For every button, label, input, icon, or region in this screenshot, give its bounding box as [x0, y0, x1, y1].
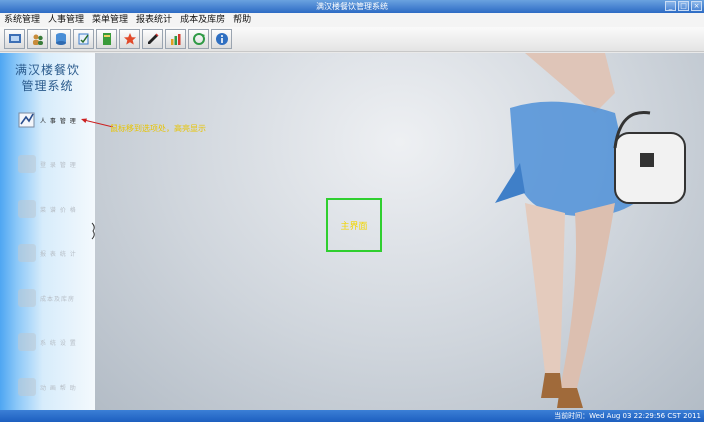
sidebar-item-label: 系 统 设 置 [40, 339, 77, 347]
highlight-label: 主界面 [340, 221, 368, 232]
cost-storage-icon [18, 289, 36, 307]
star-icon [123, 33, 136, 45]
pen-icon [147, 33, 159, 44]
menu-reports[interactable]: 报表统计 [132, 13, 176, 27]
toolbar-button-users[interactable] [27, 29, 48, 49]
maximize-button[interactable]: □ [678, 1, 689, 11]
toolbar [0, 27, 704, 52]
display-icon [8, 34, 21, 43]
sidebar-item-cost-storage[interactable]: 成本及库房 [18, 287, 93, 309]
title-bar: 满汉楼餐饮管理系统 _ □ × [0, 0, 704, 13]
sidebar-item-login[interactable]: 登 录 管 理 [18, 153, 93, 175]
sidebar-title-line2: 管理系统 [21, 79, 74, 93]
sidebar-item-label: 登 录 管 理 [40, 161, 77, 169]
sidebar: 满汉楼餐饮 管理系统 人 事 管 理 登 录 管 理 菜 谱 价 格 报 表 统… [0, 53, 95, 410]
menu-system[interactable]: 系统管理 [0, 13, 44, 27]
menu-bar: 系统管理 人事管理 菜单管理 报表统计 成本及库房 帮助 [0, 13, 704, 27]
sidebar-item-menu-price[interactable]: 菜 谱 价 格 [18, 198, 93, 220]
check-edit-icon [78, 33, 89, 45]
sidebar-item-settings[interactable]: 系 统 设 置 [18, 331, 93, 353]
minimize-button[interactable]: _ [665, 1, 676, 11]
toolbar-button-pen[interactable] [142, 29, 163, 49]
settings-icon [18, 333, 36, 351]
database-icon [55, 33, 66, 45]
toolbar-button-book[interactable] [96, 29, 117, 49]
menu-cost-storage[interactable]: 成本及库房 [176, 13, 229, 27]
close-button[interactable]: × [691, 1, 702, 11]
toolbar-button-display[interactable] [4, 29, 25, 49]
menu-price-icon [18, 200, 36, 218]
sidebar-item-label: 动 画 帮 助 [40, 384, 77, 392]
status-time: 当前时间：Wed Aug 03 22:29:56 CST 2011 [554, 412, 701, 420]
toolbar-button-info[interactable] [211, 29, 232, 49]
toolbar-button-recycle[interactable] [188, 29, 209, 49]
toolbar-button-star[interactable] [119, 29, 140, 49]
annotation-text: 鼠标移到选项处，高亮显示 [110, 124, 206, 133]
users-icon [32, 34, 43, 45]
menu-help[interactable]: 帮助 [229, 13, 255, 27]
menu-menu[interactable]: 菜单管理 [88, 13, 132, 27]
info-icon [215, 33, 228, 45]
annotation-arrow-icon [81, 118, 114, 128]
window-title: 满汉楼餐饮管理系统 [316, 2, 388, 11]
window-controls: _ □ × [665, 1, 702, 11]
toolbar-button-check-edit[interactable] [73, 29, 94, 49]
chart-icon [170, 34, 180, 45]
book-icon [102, 33, 111, 45]
reports-icon [18, 244, 36, 262]
personnel-icon [18, 112, 35, 128]
sidebar-item-label: 成本及库房 [40, 295, 76, 303]
login-icon [18, 155, 36, 173]
sidebar-item-label: 菜 谱 价 格 [40, 206, 77, 214]
sidebar-item-reports[interactable]: 报 表 统 计 [18, 242, 93, 264]
help-icon [18, 378, 36, 396]
highlight-box: 主界面 [326, 198, 382, 252]
toolbar-button-database[interactable] [50, 29, 71, 49]
menu-personnel[interactable]: 人事管理 [44, 13, 88, 27]
status-bar: 当前时间：Wed Aug 03 22:29:56 CST 2011 [0, 410, 704, 422]
app-window: 满汉楼餐饮管理系统 _ □ × 系统管理 人事管理 菜单管理 报表统计 成本及库… [0, 0, 704, 422]
sidebar-item-label: 报 表 统 计 [40, 250, 77, 258]
sidebar-title-line1: 满汉楼餐饮 [14, 63, 80, 77]
background-figure-image [495, 53, 686, 408]
sidebar-item-label: 人 事 管 理 [40, 117, 77, 125]
recycle-icon [192, 33, 205, 45]
main-panel [95, 53, 704, 410]
toolbar-button-chart[interactable] [165, 29, 186, 49]
sidebar-item-help[interactable]: 动 画 帮 助 [18, 376, 93, 398]
